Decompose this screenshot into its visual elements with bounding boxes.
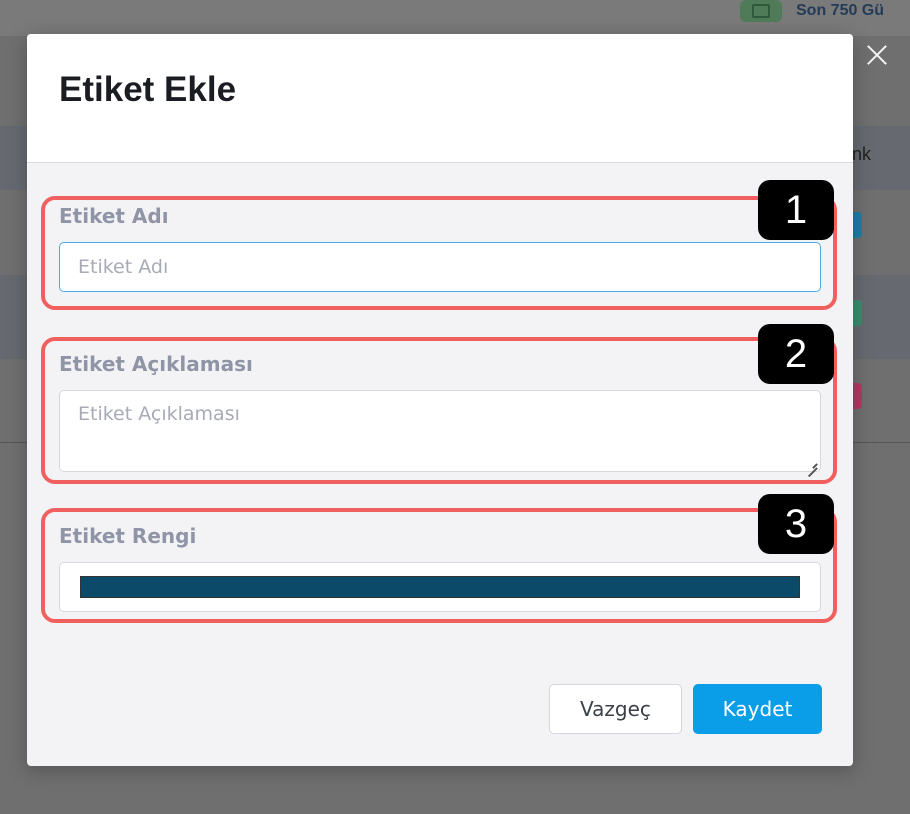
annotation-badge-1: 1 xyxy=(758,180,834,240)
background-header-text: nk xyxy=(852,144,872,164)
modal-title: Etiket Ekle xyxy=(59,70,237,109)
modal-header: Etiket Ekle xyxy=(27,34,853,163)
background-top-right: Son 750 Gü xyxy=(740,0,884,22)
close-icon[interactable] xyxy=(862,40,892,70)
highlight-box-1 xyxy=(41,196,837,310)
save-button[interactable]: Kaydet xyxy=(693,684,822,734)
background-tag-pill xyxy=(852,212,862,238)
highlight-box-3 xyxy=(41,508,837,623)
chat-icon xyxy=(740,0,782,22)
cancel-button[interactable]: Vazgeç xyxy=(549,684,682,734)
highlight-box-2 xyxy=(41,337,837,484)
annotation-badge-3: 3 xyxy=(758,494,834,554)
background-top-text: Son 750 Gü xyxy=(796,2,885,19)
background-tag-pill xyxy=(852,300,862,326)
annotation-badge-2: 2 xyxy=(758,324,834,384)
background-tag-pill xyxy=(852,383,862,409)
